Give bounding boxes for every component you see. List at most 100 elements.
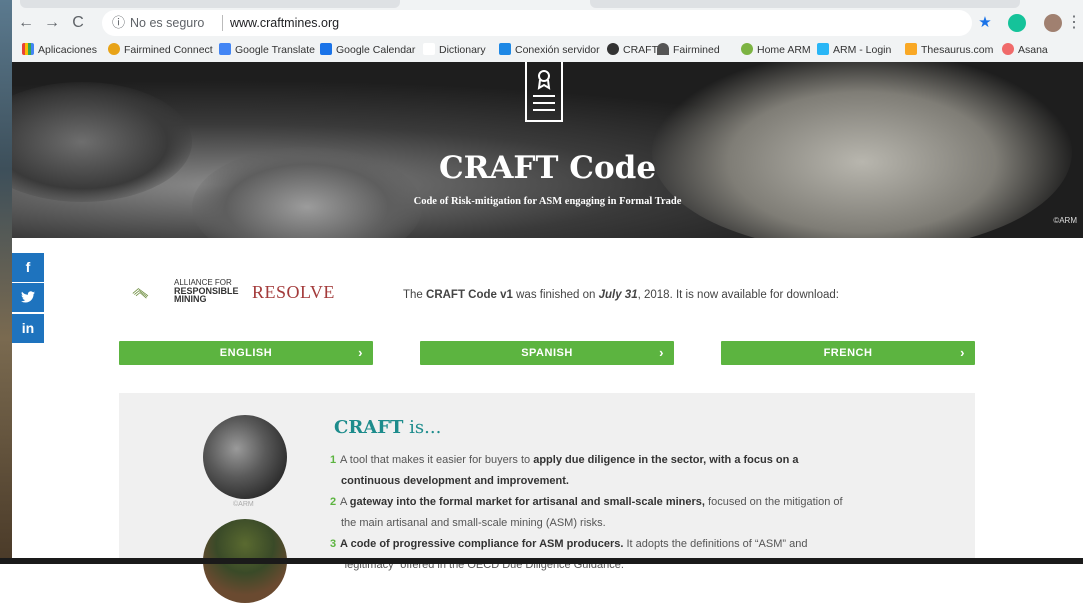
bookmark-label: Fairmined Connect bbox=[124, 44, 213, 56]
arm-logo-text: ALLIANCE FOR RESPONSIBLE MINING bbox=[174, 279, 239, 304]
page-subtitle: Code of Risk-mitigation for ASM engaging… bbox=[413, 196, 682, 207]
fairmined-icon bbox=[108, 43, 120, 55]
image-credit: ©ARM bbox=[1053, 216, 1077, 225]
bookmark-google-calendar[interactable]: Google Calendar bbox=[320, 42, 415, 58]
title-bold: CRAFT bbox=[334, 417, 404, 438]
intro-mid: was finished on bbox=[512, 289, 599, 301]
list-item: 2A gateway into the formal market for ar… bbox=[330, 492, 890, 534]
twitter-share-button[interactable]: t bbox=[12, 283, 44, 312]
bookmark-label: Aplicaciones bbox=[38, 44, 97, 56]
bookmark-dictionary[interactable]: Dictionary bbox=[423, 42, 486, 58]
forward-icon[interactable]: → bbox=[42, 13, 62, 33]
facebook-icon: f bbox=[25, 259, 31, 275]
linkedin-icon: in bbox=[21, 320, 35, 336]
list-item: 1A tool that makes it easier for buyers … bbox=[330, 450, 890, 492]
download-english-button[interactable]: ENGLISH › bbox=[119, 341, 373, 365]
resolve-logo: RESOLVE bbox=[252, 282, 335, 302]
chevron-right-icon: › bbox=[358, 345, 363, 360]
bookmark-label: Home ARM bbox=[757, 44, 811, 56]
bookmark-label: Thesaurus.com bbox=[921, 44, 994, 56]
button-label: FRENCH bbox=[823, 347, 873, 359]
grammarly-icon[interactable] bbox=[1008, 14, 1026, 32]
apps-icon bbox=[22, 43, 34, 55]
profile-avatar[interactable] bbox=[1044, 14, 1062, 32]
photo-credit: ©ARM bbox=[233, 501, 254, 508]
bookmark-star-icon[interactable]: ★ bbox=[976, 14, 994, 32]
chevron-right-icon: › bbox=[659, 345, 664, 360]
intro-date: July 31 bbox=[598, 289, 638, 301]
desktop-background bbox=[0, 0, 12, 564]
menu-icon[interactable]: ⋮ bbox=[1064, 13, 1083, 33]
bookmarks-bar: Aplicaciones Fairmined Connect Google Tr… bbox=[12, 40, 1083, 60]
intro-code: CRAFT Code v1 bbox=[426, 289, 513, 301]
download-french-button[interactable]: FRENCH › bbox=[721, 341, 975, 365]
bookmark-label: Asana bbox=[1018, 44, 1048, 56]
address-bar[interactable]: ⓘ No es seguro www.craftmines.org bbox=[102, 10, 972, 36]
bookmark-label: ARM - Login bbox=[833, 44, 892, 56]
browser-tab[interactable] bbox=[590, 0, 1020, 8]
bookmark-label: Google Calendar bbox=[336, 44, 416, 56]
facebook-share-button[interactable]: f bbox=[12, 253, 44, 282]
bookmark-label: CRAFT bbox=[623, 44, 658, 56]
item-number: 1 bbox=[330, 454, 337, 466]
arm-line: MINING bbox=[174, 294, 207, 304]
fairmined-icon bbox=[657, 43, 669, 55]
calendar-icon bbox=[320, 43, 332, 55]
button-label: ENGLISH bbox=[219, 347, 273, 359]
craft-icon bbox=[607, 43, 619, 55]
item-text: the main artisanal and small-scale minin… bbox=[341, 517, 606, 529]
bookmark-apps[interactable]: Aplicaciones bbox=[22, 42, 97, 58]
button-label: SPANISH bbox=[521, 347, 573, 359]
security-label: No es seguro bbox=[130, 16, 205, 30]
item-text: focused on the mitigation of bbox=[704, 496, 843, 508]
bookmark-fairmined-connect[interactable]: Fairmined Connect bbox=[108, 42, 213, 58]
list-item: 3A code of progressive compliance for AS… bbox=[330, 534, 890, 576]
arm-icon bbox=[741, 43, 753, 55]
item-text: A tool that makes it easier for buyers t… bbox=[340, 454, 534, 466]
asana-icon bbox=[1002, 43, 1014, 55]
navigation-bar: ← → C ⓘ No es seguro www.craftmines.org … bbox=[12, 10, 1083, 36]
twitter-icon bbox=[21, 291, 35, 303]
chevron-right-icon: › bbox=[960, 345, 965, 360]
item-strong: A code of progressive compliance for ASM… bbox=[340, 538, 624, 550]
thesaurus-icon bbox=[905, 43, 917, 55]
certificate-icon bbox=[525, 62, 563, 122]
item-number: 3 bbox=[330, 538, 337, 550]
back-icon[interactable]: ← bbox=[16, 13, 36, 33]
title-rest: is... bbox=[403, 417, 442, 438]
bookmark-thesaurus[interactable]: Thesaurus.com bbox=[905, 42, 993, 58]
hero-banner: CRAFT Code Code of Risk-mitigation for A… bbox=[12, 62, 1083, 238]
item-strong: apply due diligence in the sector, with … bbox=[533, 454, 799, 466]
bookmark-label: Google Translate bbox=[235, 44, 315, 56]
arm-logo-icon bbox=[132, 288, 149, 299]
bookmark-craft[interactable]: CRAFT bbox=[607, 42, 658, 58]
bookmark-arm-login[interactable]: ARM - Login bbox=[817, 42, 891, 58]
minerals-photo bbox=[203, 415, 287, 499]
bookmark-label: Dictionary bbox=[439, 44, 486, 56]
item-strong: gateway into the formal market for artis… bbox=[349, 496, 705, 508]
bookmark-conexion[interactable]: Conexión servidor bbox=[499, 42, 600, 58]
divider bbox=[222, 15, 223, 31]
bookmark-label: Conexión servidor bbox=[515, 44, 600, 56]
taskbar bbox=[0, 558, 1083, 564]
intro-text: The CRAFT Code v1 was finished on July 3… bbox=[403, 289, 839, 301]
server-icon bbox=[499, 43, 511, 55]
browser-tab[interactable] bbox=[20, 0, 400, 8]
url-text[interactable]: www.craftmines.org bbox=[230, 10, 339, 36]
login-icon bbox=[817, 43, 829, 55]
craft-is-section: ©ARM CRAFT is... 1A tool that makes it e… bbox=[119, 393, 975, 603]
item-text: It adopts the definitions of “ASM” and bbox=[623, 538, 808, 550]
info-icon[interactable]: ⓘ bbox=[112, 10, 125, 36]
item-number: 2 bbox=[330, 496, 337, 508]
bookmark-home-arm[interactable]: Home ARM bbox=[741, 42, 811, 58]
bookmark-google-translate[interactable]: Google Translate bbox=[219, 42, 315, 58]
page-title: CRAFT Code bbox=[438, 150, 657, 186]
section-title: CRAFT is... bbox=[334, 417, 441, 438]
linkedin-share-button[interactable]: in bbox=[12, 314, 44, 343]
reload-icon[interactable]: C bbox=[68, 13, 88, 33]
bookmark-asana[interactable]: Asana bbox=[1002, 42, 1048, 58]
bookmark-label: Fairmined bbox=[673, 44, 720, 56]
translate-icon bbox=[219, 43, 231, 55]
download-spanish-button[interactable]: SPANISH › bbox=[420, 341, 674, 365]
bookmark-fairmined[interactable]: Fairmined bbox=[657, 42, 720, 58]
